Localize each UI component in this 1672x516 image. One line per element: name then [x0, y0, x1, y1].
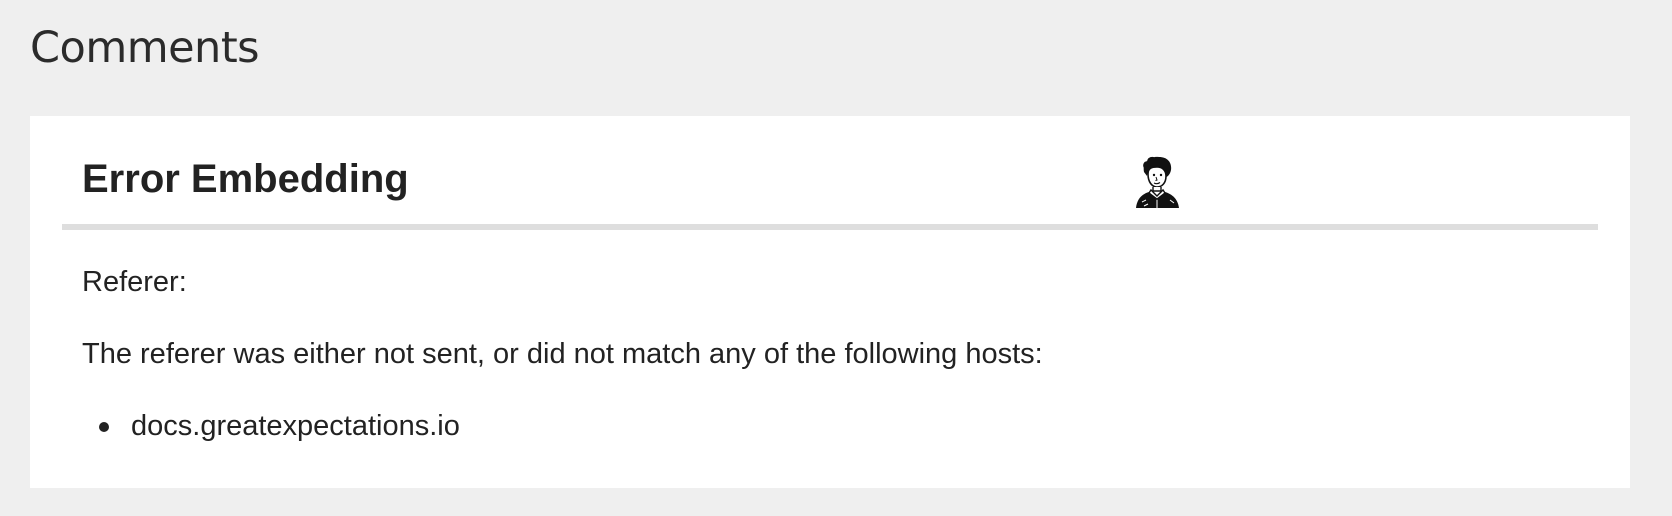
embed-error-message: The referer was either not sent, or did … [82, 338, 1043, 370]
portrait-illustration-icon [1136, 156, 1179, 208]
bullet-icon [99, 422, 109, 432]
referer-label: Referer: [82, 266, 187, 298]
embed-error-header: Error Embedding [62, 116, 1598, 230]
allowed-host-item: docs.greatexpectations.io [82, 406, 460, 446]
allowed-host-text: docs.greatexpectations.io [131, 410, 460, 442]
section-title: Comments [30, 23, 260, 73]
embed-error-title: Error Embedding [82, 157, 409, 201]
allowed-hosts-list: docs.greatexpectations.io [82, 406, 460, 446]
